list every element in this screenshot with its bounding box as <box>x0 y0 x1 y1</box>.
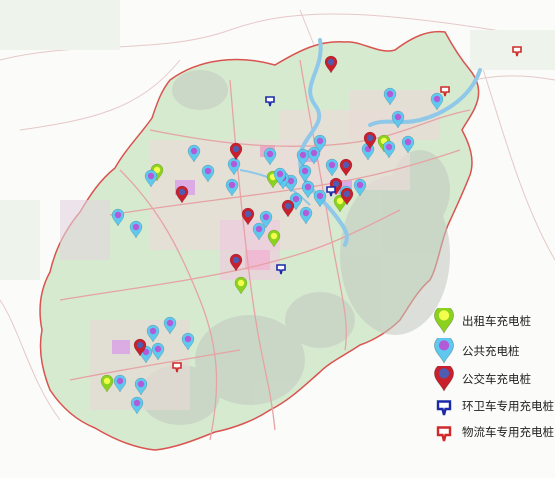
sanitation-flag-icon-shape <box>436 400 452 416</box>
legend-item-sanitation: 环卫车专用充电桩 <box>432 393 554 419</box>
bus-pin-icon-shape <box>433 363 455 392</box>
logistics-flag-icon-shape <box>436 426 452 442</box>
logistics-flag-icon <box>432 419 456 445</box>
legend-item-logistics: 物流车专用充电桩 <box>432 419 554 445</box>
public-pin-icon <box>432 335 456 364</box>
taxi-pin-icon-shape <box>433 305 455 334</box>
legend-label-bus: 公交车充电桩 <box>462 372 531 386</box>
legend-label-logistics: 物流车专用充电桩 <box>462 425 554 439</box>
legend-item-public: 公共充电桩 <box>432 335 520 364</box>
legend-item-bus: 公交车充电桩 <box>432 363 531 392</box>
legend-label-public: 公共充电桩 <box>462 344 520 358</box>
bus-pin-icon <box>432 363 456 392</box>
sanitation-flag-icon <box>432 393 456 419</box>
legend-label-sanitation: 环卫车专用充电桩 <box>462 399 554 413</box>
legend-label-taxi: 出租车充电桩 <box>462 314 531 328</box>
taxi-pin-icon <box>432 305 456 334</box>
legend-item-taxi: 出租车充电桩 <box>432 305 531 334</box>
public-pin-icon-shape <box>433 335 455 364</box>
